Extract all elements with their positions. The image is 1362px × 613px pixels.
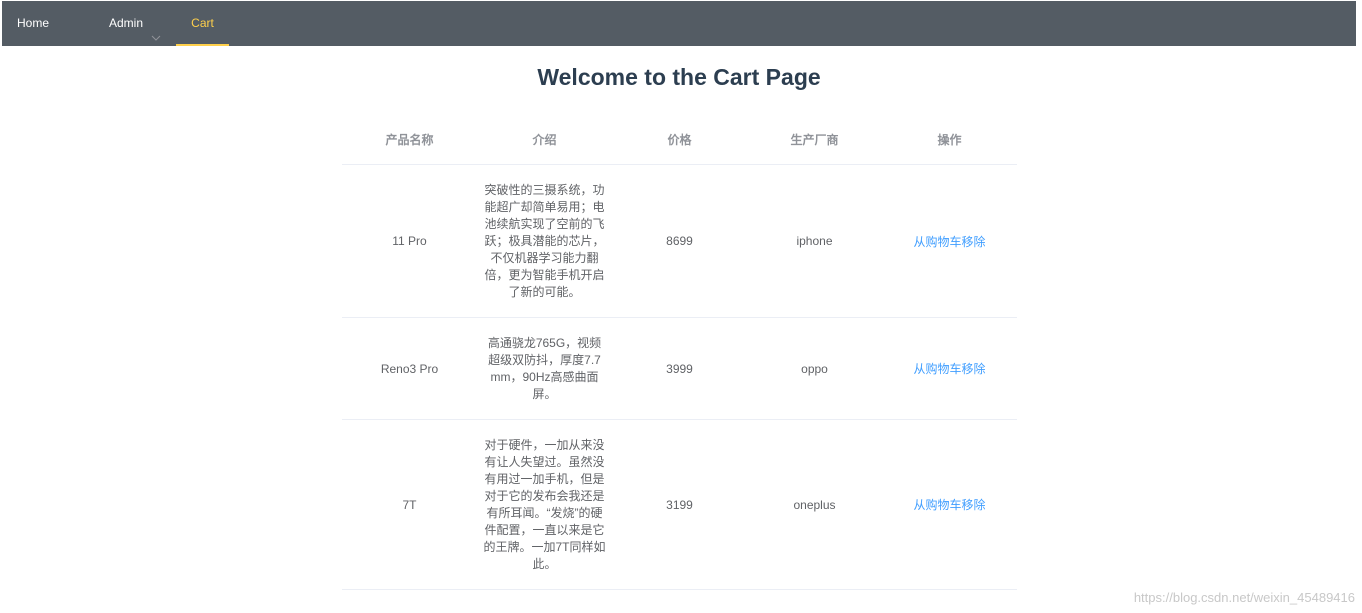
table-row: 11 Pro 突破性的三摄系统，功能超广却简单易用；电池续航实现了空前的飞跃；极…: [342, 164, 1017, 318]
remove-from-cart-link[interactable]: 从购物车移除: [913, 235, 985, 249]
remove-from-cart-link[interactable]: 从购物车移除: [913, 498, 985, 512]
nav-home[interactable]: Home: [17, 1, 49, 46]
cart-table: 产品名称 介绍 价格 生产厂商 操作 11 Pro 突破性的三摄系统，功能超广却…: [342, 114, 1017, 590]
nav-admin-dropdown[interactable]: Admin: [109, 1, 161, 46]
nav-cart[interactable]: Cart: [176, 1, 229, 46]
cell-action: 从购物车移除: [882, 164, 1017, 318]
cell-description: 突破性的三摄系统，功能超广却简单易用；电池续航实现了空前的飞跃；极具潜能的芯片，…: [477, 164, 612, 318]
page-title: Welcome to the Cart Page: [537, 64, 821, 90]
nav-cart-label: Cart: [191, 16, 214, 30]
column-header-price: 价格: [612, 114, 747, 165]
cell-action: 从购物车移除: [882, 419, 1017, 590]
cell-description: 高通骁龙765G，视频超级双防抖，厚度7.7mm，90Hz高感曲面屏。: [477, 317, 612, 420]
cell-product-name: 11 Pro: [342, 164, 477, 318]
cell-product-name: Reno3 Pro: [342, 317, 477, 420]
cell-manufacturer: oppo: [747, 317, 882, 420]
table-header-row: 产品名称 介绍 价格 生产厂商 操作: [342, 114, 1017, 165]
description-text: 高通骁龙765G，视频超级双防抖，厚度7.7mm，90Hz高感曲面屏。: [487, 335, 602, 401]
cell-manufacturer: oneplus: [747, 419, 882, 590]
remove-from-cart-link[interactable]: 从购物车移除: [913, 362, 985, 376]
column-header-description: 介绍: [477, 114, 612, 165]
cell-price: 3199: [612, 419, 747, 590]
cell-price: 3999: [612, 317, 747, 420]
cell-action: 从购物车移除: [882, 317, 1017, 420]
column-header-name: 产品名称: [342, 114, 477, 165]
nav-admin-label: Admin: [109, 16, 144, 30]
cell-price: 8699: [612, 164, 747, 318]
table-row: 7T 对于硬件，一加从来没有让人失望过。虽然没有用过一加手机，但是对于它的发布会…: [342, 419, 1017, 590]
cell-manufacturer: iphone: [747, 164, 882, 318]
page: Home Admin Cart Welcome to the Cart Page…: [0, 0, 1362, 613]
description-text: 突破性的三摄系统，功能超广却简单易用；电池续航实现了空前的飞跃；极具潜能的芯片，…: [484, 182, 605, 299]
table-row: Reno3 Pro 高通骁龙765G，视频超级双防抖，厚度7.7mm，90Hz高…: [342, 317, 1017, 420]
top-nav-bar: Home Admin Cart: [2, 1, 1356, 46]
column-header-manufacturer: 生产厂商: [747, 114, 882, 165]
nav-home-label: Home: [17, 16, 50, 30]
watermark: https://blog.csdn.net/weixin_45489416: [1133, 590, 1355, 605]
description-text: 对于硬件，一加从来没有让人失望过。虽然没有用过一加手机，但是对于它的发布会我还是…: [483, 437, 606, 571]
cell-product-name: 7T: [342, 419, 477, 590]
cell-description: 对于硬件，一加从来没有让人失望过。虽然没有用过一加手机，但是对于它的发布会我还是…: [477, 419, 612, 590]
chevron-down-icon: [151, 17, 161, 41]
column-header-action: 操作: [882, 114, 1017, 165]
